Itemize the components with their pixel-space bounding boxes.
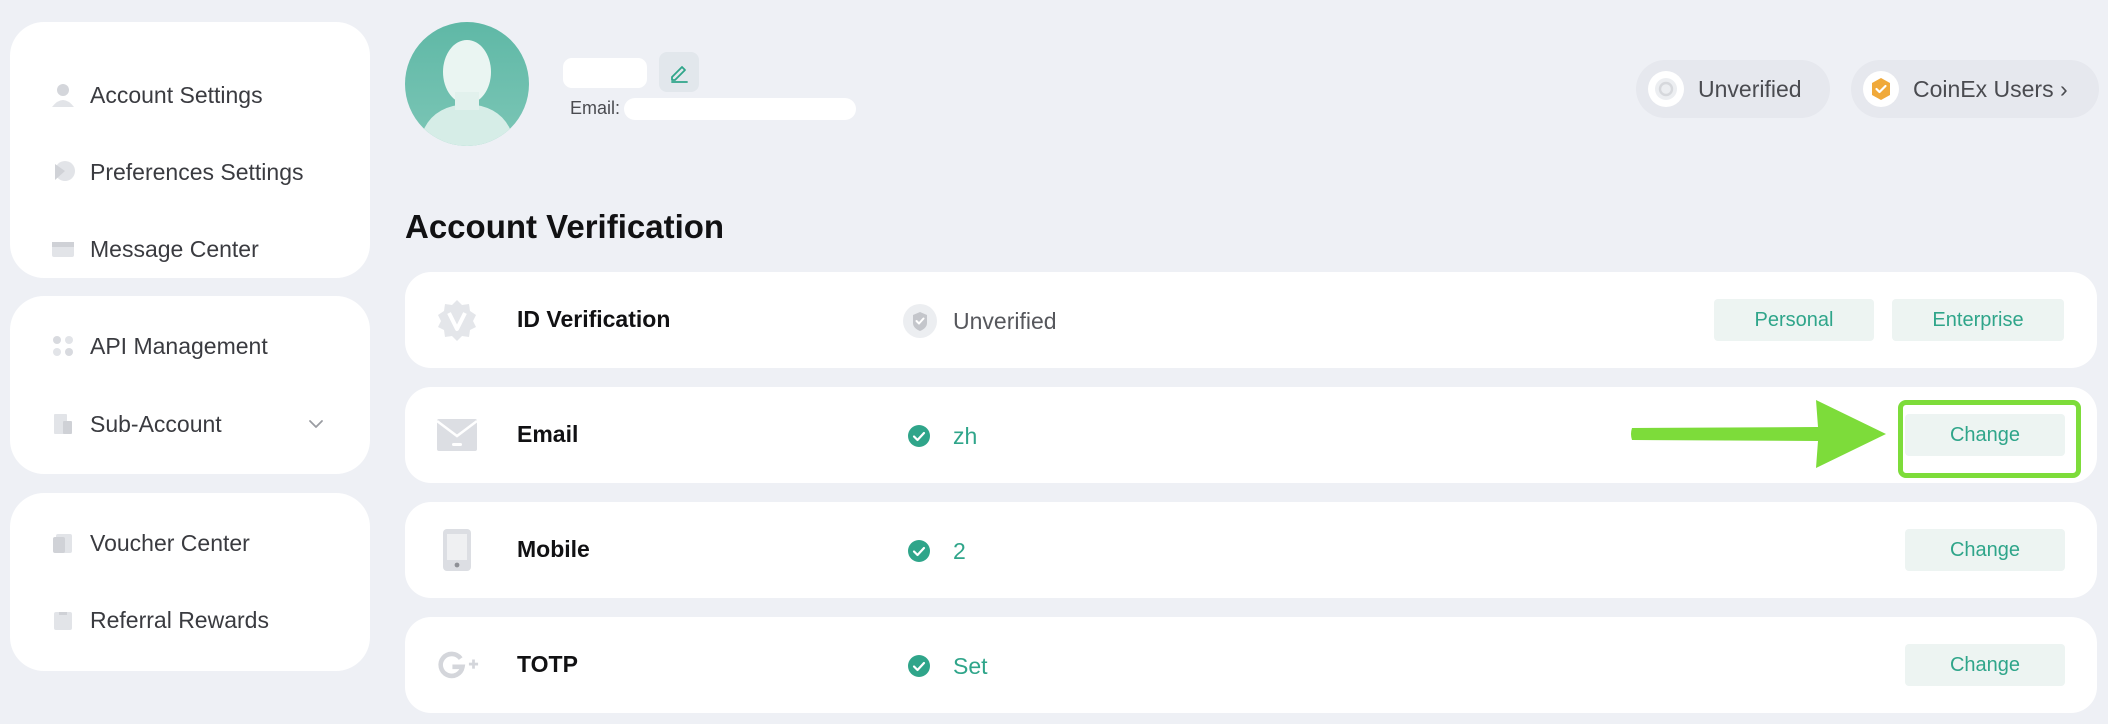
row-status: Set [953, 653, 988, 679]
sidebar-item-voucher-center[interactable]: Voucher Center [10, 514, 370, 572]
sidebar-item-label: Sub-Account [90, 410, 222, 437]
google-icon [435, 643, 479, 687]
nickname-masked [563, 58, 647, 88]
sidebar-item-label: Voucher Center [90, 529, 250, 556]
mobile-icon [435, 528, 479, 572]
unverified-badge[interactable]: Unverified [1636, 60, 1830, 118]
verification-row-email: Email zh Change [405, 387, 2097, 483]
row-status: zh [953, 423, 978, 449]
coinex-user-badge-icon [1863, 71, 1899, 107]
email-label: Email: [570, 98, 621, 118]
referral-icon [48, 605, 78, 635]
verified-check-icon [908, 540, 930, 562]
verified-check-icon [908, 655, 930, 677]
row-name: Email [517, 421, 579, 447]
chevron-right-icon: › [2060, 75, 2068, 102]
change-email-button[interactable]: Change [1905, 414, 2065, 456]
sidebar-item-api-management[interactable]: API Management [10, 317, 370, 375]
sidebar-item-label: Message Center [90, 235, 259, 262]
verification-row-id: ID Verification Unverified Personal Ente… [405, 272, 2097, 368]
sidebar-item-account-settings[interactable]: Account Settings [10, 66, 370, 124]
personal-verification-button[interactable]: Personal [1714, 299, 1874, 341]
row-name: TOTP [517, 651, 578, 677]
sidebar-group-rewards: Voucher Center Referral Rewards [10, 493, 370, 671]
row-name: ID Verification [517, 306, 671, 332]
change-totp-button[interactable]: Change [1905, 644, 2065, 686]
preferences-icon [48, 157, 78, 187]
enterprise-verification-button[interactable]: Enterprise [1892, 299, 2064, 341]
sidebar-item-label: Account Settings [90, 81, 263, 108]
verified-check-icon [908, 425, 930, 447]
row-status: Unverified [953, 308, 1057, 334]
voucher-icon [48, 528, 78, 558]
sub-account-icon [48, 409, 78, 439]
coinex-users-badge[interactable]: CoinEx Users › [1851, 60, 2099, 118]
sidebar-item-label: Referral Rewards [90, 606, 269, 633]
unverified-badge-icon [1648, 71, 1684, 107]
verification-row-totp: TOTP Set Change [405, 617, 2097, 713]
sidebar-group-api: API Management Sub-Account [10, 296, 370, 474]
email-icon [435, 413, 479, 457]
verification-row-mobile: Mobile 2 Change [405, 502, 2097, 598]
avatar[interactable] [405, 22, 529, 146]
sidebar-item-label: Preferences Settings [90, 158, 304, 185]
sidebar-item-preferences-settings[interactable]: Preferences Settings [10, 143, 370, 201]
api-icon [48, 331, 78, 361]
unverified-status-icon [903, 304, 937, 338]
row-name: Mobile [517, 536, 590, 562]
avatar-silhouette-icon [419, 40, 515, 146]
badge-label: CoinEx Users › [1913, 75, 2068, 102]
user-icon [48, 80, 78, 110]
section-title: Account Verification [405, 208, 725, 245]
email-value-masked [624, 98, 856, 120]
id-verification-icon [435, 298, 479, 342]
change-mobile-button[interactable]: Change [1905, 529, 2065, 571]
sidebar-item-sub-account[interactable]: Sub-Account [10, 395, 370, 453]
sidebar-group-account: Account Settings Preferences Settings Me… [10, 22, 370, 278]
sidebar-item-message-center[interactable]: Message Center [10, 220, 370, 278]
message-icon [48, 234, 78, 264]
row-status: 2 [953, 538, 966, 564]
sidebar-item-label: API Management [90, 332, 268, 359]
sidebar-item-referral-rewards[interactable]: Referral Rewards [10, 591, 370, 649]
badge-label: Unverified [1698, 75, 1802, 102]
pencil-icon [671, 66, 688, 83]
chevron-down-icon[interactable] [306, 414, 326, 434]
edit-nickname-button[interactable] [659, 52, 699, 92]
